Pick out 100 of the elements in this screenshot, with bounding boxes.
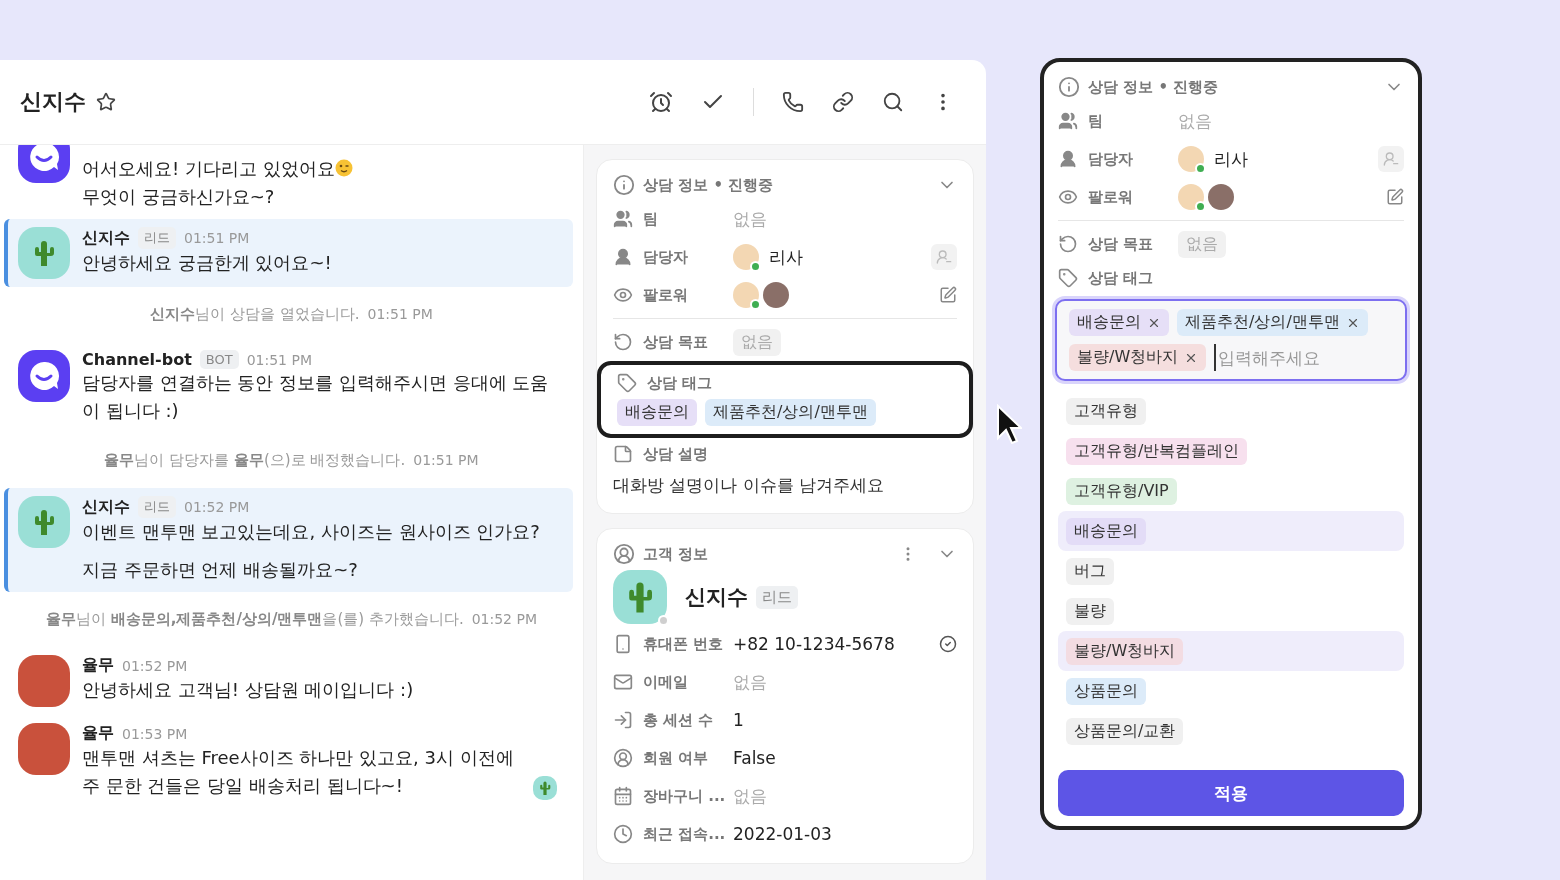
mail-icon bbox=[613, 672, 633, 692]
login-icon bbox=[613, 710, 633, 730]
person-minus-icon bbox=[936, 249, 952, 265]
timestamp: 01:51 PM bbox=[367, 306, 433, 322]
sender-badge: 리드 bbox=[138, 496, 176, 518]
tag-chip: 불량 bbox=[1066, 597, 1114, 625]
tag-option[interactable]: 배송문의 bbox=[1058, 511, 1404, 551]
user-circle-icon bbox=[613, 543, 635, 565]
link-icon[interactable] bbox=[832, 91, 854, 113]
message-text: 안녕하세요 고객님! 상담원 메이입니다 :) bbox=[82, 679, 414, 700]
person-icon bbox=[1058, 149, 1078, 169]
message-text: 이벤트 맨투맨 보고있는데요, 사이즈는 원사이즈 인가요? bbox=[82, 521, 540, 542]
field-label: 상담 태그 bbox=[647, 373, 714, 393]
field-label: 팔로워 bbox=[643, 285, 689, 305]
message-text: 담당자를 연결하는 동안 정보를 입력해주시면 응대에 도움 이 됩니다 :) bbox=[82, 372, 549, 421]
field-label: 총 세션 수 bbox=[643, 710, 715, 730]
field-label: 담당자 bbox=[1088, 149, 1134, 169]
chat-title: 신지수 bbox=[20, 88, 86, 116]
tag-option[interactable]: 버그 bbox=[1058, 551, 1404, 591]
system-message: 율무님이 담당자를 율무(으)로 배정했습니다. bbox=[104, 451, 406, 470]
field-label: 상담 목표 bbox=[1088, 234, 1155, 254]
field-label: 휴대폰 번호 bbox=[643, 634, 725, 654]
tag-option[interactable]: 고객유형/VIP bbox=[1058, 471, 1404, 511]
message-text: 지금 주문하면 언제 배송될까요~? bbox=[82, 559, 358, 580]
team-icon bbox=[1058, 111, 1078, 131]
tag-chip: 불량/W청바지 bbox=[1066, 637, 1184, 665]
tag-chip: 제품추천/상의/맨투맨 bbox=[705, 399, 876, 426]
tag-chip: 상품문의 bbox=[1066, 677, 1146, 705]
edit-icon[interactable] bbox=[939, 286, 957, 304]
section-title: 상담 정보 • 진행중 bbox=[1088, 77, 1219, 97]
note-icon bbox=[613, 444, 633, 464]
message-text: 무엇이 궁금하신가요~? bbox=[82, 186, 275, 207]
person-icon bbox=[613, 247, 633, 267]
calendar-icon bbox=[613, 786, 633, 806]
edit-icon[interactable] bbox=[1386, 188, 1404, 206]
customer-name: 신지수 bbox=[685, 584, 748, 611]
message-text: 맨투맨 셔츠는 Free사이즈 하나만 있고요, 3시 이전에 주 문한 건들은 당일 배송처리 됩니다~! bbox=[82, 747, 514, 796]
sender-name: 신지수 bbox=[82, 227, 130, 249]
sender-name: 신지수 bbox=[82, 496, 130, 518]
clock-icon bbox=[613, 824, 633, 844]
description-placeholder[interactable]: 대화방 설명이나 이슈를 남겨주세요 bbox=[613, 470, 957, 503]
field-label: 장바구니 ... bbox=[643, 786, 727, 806]
info-icon bbox=[1058, 76, 1080, 98]
timestamp: 01:51 PM bbox=[184, 230, 250, 246]
goal-value: 없음 bbox=[733, 328, 781, 356]
tag-input-field[interactable]: 입력해주세요 bbox=[1214, 344, 1335, 371]
sender-name: 율무 bbox=[82, 655, 114, 676]
field-label: 상담 태그 bbox=[1088, 268, 1155, 288]
timestamp: 01:52 PM bbox=[471, 611, 537, 627]
system-message: 신지수님이 상담을 열었습니다. bbox=[150, 305, 360, 324]
eye-icon bbox=[1058, 187, 1078, 207]
apply-button[interactable]: 적용 bbox=[1058, 770, 1404, 816]
timestamp: 01:53 PM bbox=[122, 725, 188, 742]
tag-chip: 배송문의 bbox=[1066, 517, 1146, 545]
tag-chip: 고객유형 bbox=[1066, 397, 1146, 425]
star-icon[interactable] bbox=[96, 92, 116, 112]
phone-icon[interactable] bbox=[782, 91, 804, 113]
section-title: 고객 정보 bbox=[643, 544, 709, 564]
tag-label: 배송문의 bbox=[1077, 312, 1141, 333]
search-icon[interactable] bbox=[882, 91, 904, 113]
assignee-name: 리사 bbox=[769, 245, 803, 269]
timestamp: 01:52 PM bbox=[122, 657, 188, 674]
tag-icon bbox=[1058, 268, 1078, 288]
tag-option[interactable]: 상품문의/교환 bbox=[1058, 711, 1404, 751]
tag-option[interactable]: 불량 bbox=[1058, 591, 1404, 631]
field-value: +82 10-1234-5678 bbox=[733, 634, 895, 654]
field-value: 없음 bbox=[733, 670, 767, 694]
message-text: 어서오세요! 기다리고 있었어요 bbox=[82, 158, 335, 179]
alarm-icon[interactable] bbox=[649, 90, 673, 114]
field-value: 2022-01-03 bbox=[733, 824, 832, 844]
tag-option[interactable]: 고객유형/반복컴플레인 bbox=[1058, 431, 1404, 471]
person-minus-icon bbox=[1383, 151, 1399, 167]
eye-icon bbox=[613, 285, 633, 305]
customer-badge: 리드 bbox=[756, 585, 798, 609]
field-label: 팔로워 bbox=[1088, 187, 1134, 207]
tag-label: 제품추천/상의/맨투맨 bbox=[1185, 312, 1340, 333]
field-value: False bbox=[733, 748, 776, 768]
phone-icon bbox=[613, 634, 633, 654]
tag-chip: 버그 bbox=[1066, 557, 1114, 585]
field-label: 회원 여부 bbox=[643, 748, 710, 768]
tag-option[interactable]: 불량/W청바지 bbox=[1058, 631, 1404, 671]
system-message: 율무님이 배송문의,제품추천/상의/맨투맨을(를) 추가했습니다. bbox=[46, 610, 464, 629]
tag-chip: 상품문의/교환 bbox=[1066, 717, 1184, 745]
tag-option[interactable]: 상품문의 bbox=[1058, 671, 1404, 711]
assignee-name: 리사 bbox=[1214, 147, 1248, 171]
chat-bubble-smile-icon bbox=[27, 359, 61, 393]
team-icon bbox=[613, 209, 633, 229]
field-label: 상담 목표 bbox=[643, 332, 710, 352]
tag-option[interactable]: 고객유형 bbox=[1058, 391, 1404, 431]
field-label: 팀 bbox=[1088, 111, 1104, 131]
tag-icon bbox=[617, 373, 637, 393]
timestamp: 01:52 PM bbox=[184, 499, 250, 515]
tag-chip: 고객유형/VIP bbox=[1066, 477, 1177, 505]
tag-label: 불량/W청바지 bbox=[1077, 347, 1179, 368]
field-label: 담당자 bbox=[643, 247, 689, 267]
info-icon bbox=[613, 174, 635, 196]
field-value: 1 bbox=[733, 710, 744, 730]
tag-chip: 배송문의 bbox=[617, 399, 697, 426]
goal-value: 없음 bbox=[1178, 230, 1226, 258]
tag-chip: 고객유형/반복컴플레인 bbox=[1066, 437, 1248, 465]
